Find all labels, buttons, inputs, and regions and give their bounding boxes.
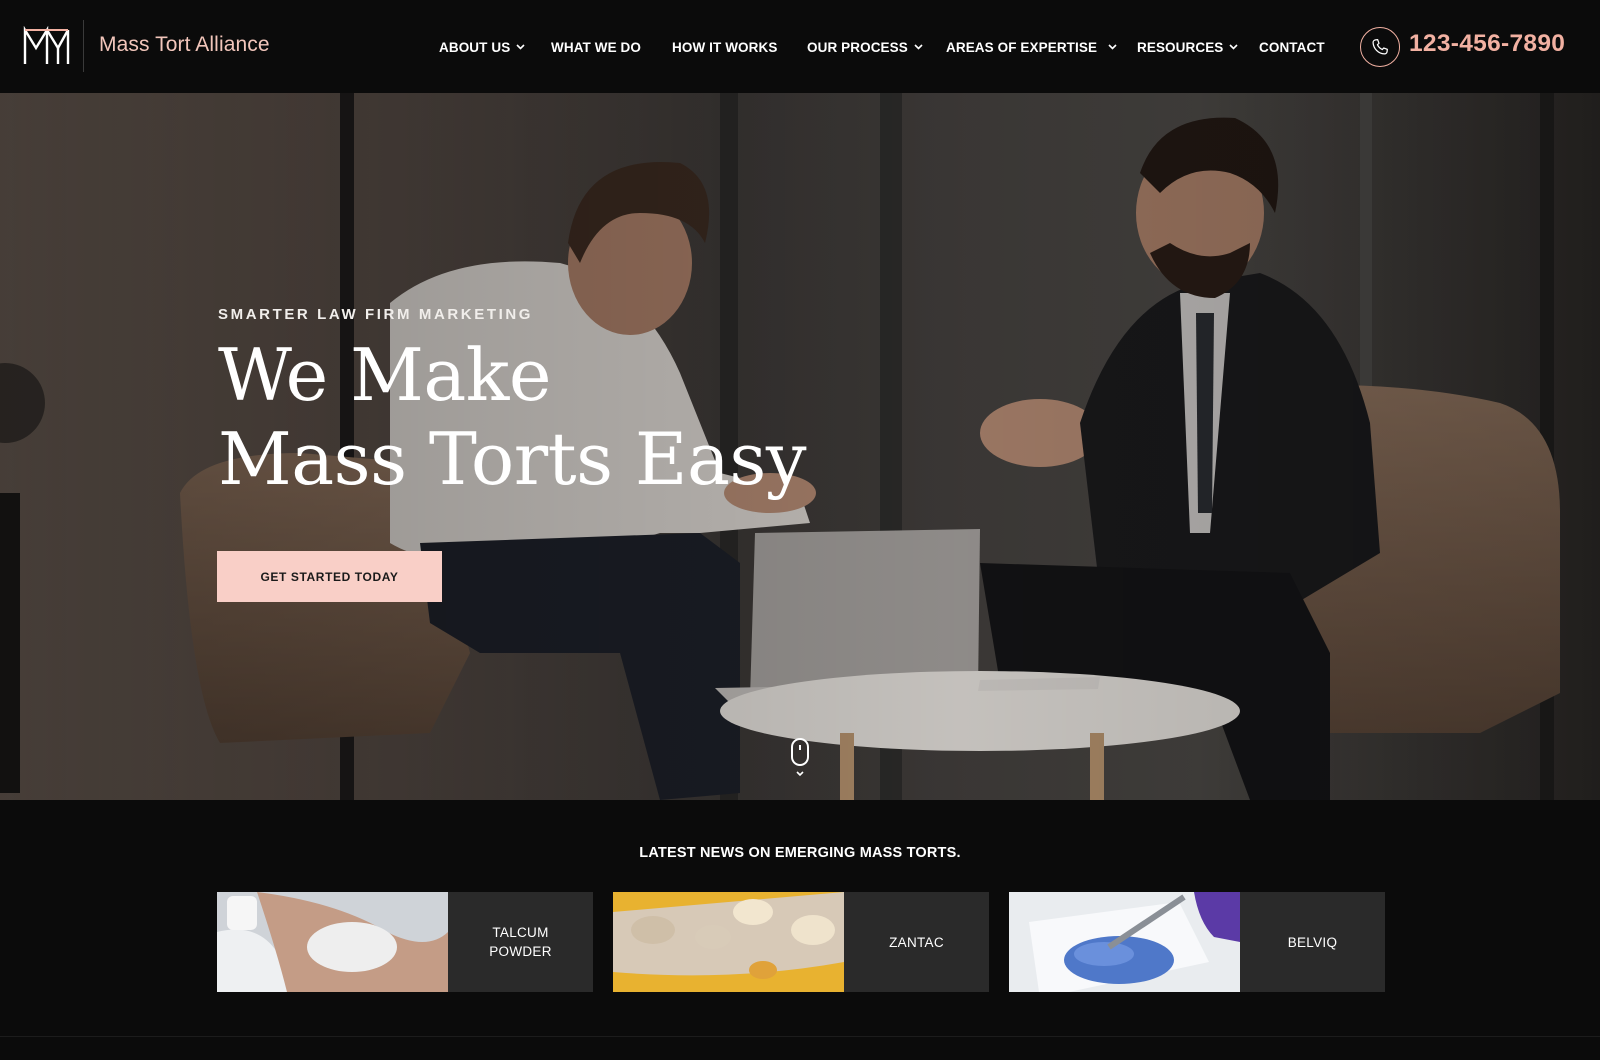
news-card-image xyxy=(1009,892,1240,992)
hero-section: SMARTER LAW FIRM MARKETING We Make Mass … xyxy=(0,93,1600,800)
nav-what-we-do[interactable]: WHAT WE DO xyxy=(551,38,641,56)
chevron-down-icon xyxy=(914,44,923,50)
news-card-label: TALCUM POWDER xyxy=(489,925,552,959)
nav-contact[interactable]: CONTACT xyxy=(1259,38,1325,56)
news-card-zantac[interactable]: ZANTAC xyxy=(613,892,989,992)
site-header: Mass Tort Alliance ABOUT US WHAT WE DO H… xyxy=(0,0,1600,93)
news-card-talcum-powder[interactable]: TALCUM POWDER xyxy=(217,892,593,992)
scroll-down-icon[interactable] xyxy=(790,738,810,780)
nav-about-us[interactable]: ABOUT US xyxy=(439,38,525,56)
nav-areas-of-expertise[interactable]: AREAS OF EXPERTISE xyxy=(946,38,1117,56)
nav-resources[interactable]: RESOURCES xyxy=(1137,38,1238,56)
nav-our-process[interactable]: OUR PROCESS xyxy=(807,38,923,56)
footer-divider xyxy=(0,1036,1600,1037)
news-card-image xyxy=(217,892,448,992)
logo-divider xyxy=(83,20,84,72)
get-started-button[interactable]: GET STARTED TODAY xyxy=(217,551,442,602)
chevron-down-icon xyxy=(1229,44,1238,50)
chevron-down-icon xyxy=(1108,44,1117,50)
phone-number-link[interactable]: 123-456-7890 xyxy=(1409,30,1565,58)
logo-icon[interactable] xyxy=(22,26,70,66)
news-card-label: ZANTAC xyxy=(889,934,944,950)
hero-title: We Make Mass Torts Easy xyxy=(218,333,807,501)
nav-how-it-works[interactable]: HOW IT WORKS xyxy=(672,38,777,56)
brand-name[interactable]: Mass Tort Alliance xyxy=(99,33,270,57)
news-card-belviq[interactable]: BELVIQ xyxy=(1009,892,1385,992)
news-heading: LATEST NEWS ON EMERGING MASS TORTS. xyxy=(639,845,961,861)
news-card-image xyxy=(613,892,844,992)
hero-eyebrow: SMARTER LAW FIRM MARKETING xyxy=(218,306,534,323)
news-card-label: BELVIQ xyxy=(1287,934,1338,950)
phone-icon[interactable] xyxy=(1360,27,1400,67)
chevron-down-icon xyxy=(516,44,525,50)
